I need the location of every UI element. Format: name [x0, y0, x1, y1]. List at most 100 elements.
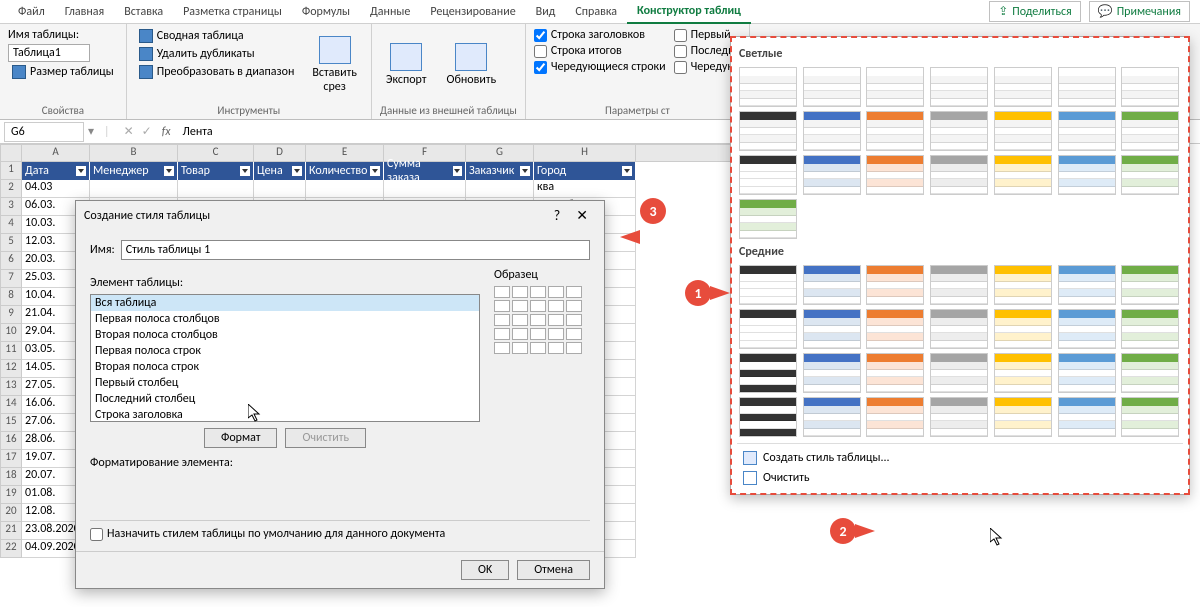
- table-header-1[interactable]: Менеджер: [90, 162, 178, 180]
- col-header-A[interactable]: A: [22, 144, 90, 162]
- table-style-swatch[interactable]: [1121, 353, 1179, 393]
- table-style-swatch[interactable]: [803, 67, 861, 107]
- table-element-option[interactable]: Первый столбец: [91, 375, 479, 391]
- table-element-option[interactable]: Строка заголовка: [91, 407, 479, 422]
- table-style-swatch[interactable]: [930, 309, 988, 349]
- table-style-swatch[interactable]: [1058, 265, 1116, 305]
- table-header-0[interactable]: Дата: [22, 162, 90, 180]
- row-header-8[interactable]: 8: [0, 288, 22, 306]
- filter-icon[interactable]: [76, 166, 86, 176]
- table-style-swatch[interactable]: [739, 265, 797, 305]
- col-header-C[interactable]: C: [178, 144, 254, 162]
- row-header-11[interactable]: 11: [0, 342, 22, 360]
- table-element-option[interactable]: Вторая полоса столбцов: [91, 327, 479, 343]
- row-header-5[interactable]: 5: [0, 234, 22, 252]
- tab-data[interactable]: Данные: [360, 1, 420, 23]
- col-header-D[interactable]: D: [254, 144, 306, 162]
- table-header-3[interactable]: Цена: [254, 162, 306, 180]
- table-name-input[interactable]: [8, 44, 90, 62]
- table-style-swatch[interactable]: [1121, 397, 1179, 437]
- table-style-swatch[interactable]: [930, 155, 988, 195]
- table-style-swatch[interactable]: [930, 111, 988, 151]
- row-header-18[interactable]: 18: [0, 468, 22, 486]
- tab-page-layout[interactable]: Разметка страницы: [173, 1, 292, 23]
- row-header-12[interactable]: 12: [0, 360, 22, 378]
- col-header-B[interactable]: B: [90, 144, 178, 162]
- row-header-16[interactable]: 16: [0, 432, 22, 450]
- fx-icon[interactable]: fx: [156, 125, 177, 139]
- cancel-button[interactable]: Отмена: [517, 560, 590, 580]
- tab-view[interactable]: Вид: [526, 1, 566, 23]
- filter-icon[interactable]: [370, 166, 380, 176]
- comments-button[interactable]: 💬Примечания: [1089, 1, 1190, 22]
- total-row-check[interactable]: Строка итогов: [534, 44, 666, 58]
- table-style-swatch[interactable]: [930, 265, 988, 305]
- table-style-swatch[interactable]: [803, 397, 861, 437]
- cell-A2[interactable]: 04.03: [22, 180, 90, 198]
- table-style-swatch[interactable]: [994, 397, 1052, 437]
- table-style-swatch[interactable]: [1121, 265, 1179, 305]
- col-header-H[interactable]: H: [534, 144, 636, 162]
- table-style-swatch[interactable]: [866, 265, 924, 305]
- table-style-swatch[interactable]: [1058, 397, 1116, 437]
- filter-icon[interactable]: [292, 166, 302, 176]
- dialog-help-button[interactable]: ?: [546, 207, 569, 224]
- table-element-listbox[interactable]: Вся таблицаПервая полоса столбцовВторая …: [90, 294, 480, 422]
- clear-style-item[interactable]: Очистить: [737, 468, 1183, 488]
- tab-file[interactable]: Файл: [8, 1, 55, 23]
- row-header-6[interactable]: 6: [0, 252, 22, 270]
- table-style-swatch[interactable]: [803, 111, 861, 151]
- tab-insert[interactable]: Вставка: [114, 1, 173, 23]
- table-style-swatch[interactable]: [994, 309, 1052, 349]
- dialog-close-button[interactable]: ✕: [568, 207, 596, 224]
- clear-format-button[interactable]: Очистить: [285, 428, 366, 448]
- filter-icon[interactable]: [622, 166, 632, 176]
- table-style-swatch[interactable]: [994, 67, 1052, 107]
- table-element-option[interactable]: Последний столбец: [91, 391, 479, 407]
- cancel-formula-icon[interactable]: ✕: [120, 124, 138, 139]
- ok-button[interactable]: OK: [461, 560, 509, 580]
- filter-icon[interactable]: [453, 166, 462, 176]
- table-style-swatch[interactable]: [866, 397, 924, 437]
- table-style-swatch[interactable]: [1058, 67, 1116, 107]
- row-header-3[interactable]: 3: [0, 198, 22, 216]
- filter-icon[interactable]: [520, 166, 530, 176]
- default-style-check[interactable]: Назначить стилем таблицы по умолчанию дл…: [90, 527, 590, 541]
- tab-formulas[interactable]: Формулы: [292, 1, 360, 23]
- resize-table-button[interactable]: Размер таблицы: [8, 64, 118, 80]
- table-header-6[interactable]: Заказчик: [466, 162, 534, 180]
- table-style-swatch[interactable]: [739, 67, 797, 107]
- table-style-swatch[interactable]: [866, 353, 924, 393]
- row-header-7[interactable]: 7: [0, 270, 22, 288]
- table-style-swatch[interactable]: [739, 353, 797, 393]
- banded-rows-check[interactable]: Чередующиеся строки: [534, 60, 666, 74]
- row-header-21[interactable]: 21: [0, 522, 22, 540]
- table-header-7[interactable]: Город: [534, 162, 636, 180]
- export-button[interactable]: Экспорт: [380, 28, 433, 102]
- table-style-swatch[interactable]: [1121, 309, 1179, 349]
- new-table-style-item[interactable]: Создать стиль таблицы...: [737, 448, 1183, 468]
- table-style-swatch[interactable]: [739, 111, 797, 151]
- tab-help[interactable]: Справка: [565, 1, 627, 23]
- table-style-swatch[interactable]: [994, 111, 1052, 151]
- table-style-swatch[interactable]: [739, 199, 797, 239]
- tab-table-design[interactable]: Конструктор таблиц: [627, 0, 751, 24]
- row-header-1[interactable]: 1: [0, 162, 22, 180]
- table-style-swatch[interactable]: [994, 353, 1052, 393]
- format-button[interactable]: Формат: [204, 428, 277, 448]
- table-element-option[interactable]: Первая полоса столбцов: [91, 311, 479, 327]
- row-header-9[interactable]: 9: [0, 306, 22, 324]
- style-name-input[interactable]: [121, 240, 590, 260]
- tab-home[interactable]: Главная: [55, 1, 114, 23]
- table-style-swatch[interactable]: [1058, 353, 1116, 393]
- row-header-4[interactable]: 4: [0, 216, 22, 234]
- table-header-4[interactable]: Количество: [306, 162, 384, 180]
- select-all-corner[interactable]: [0, 144, 22, 162]
- table-style-swatch[interactable]: [930, 67, 988, 107]
- table-header-5[interactable]: Сумма заказа: [384, 162, 466, 180]
- row-header-17[interactable]: 17: [0, 450, 22, 468]
- row-header-2[interactable]: 2: [0, 180, 22, 198]
- col-header-E[interactable]: E: [306, 144, 384, 162]
- table-style-swatch[interactable]: [803, 155, 861, 195]
- table-style-swatch[interactable]: [1058, 309, 1116, 349]
